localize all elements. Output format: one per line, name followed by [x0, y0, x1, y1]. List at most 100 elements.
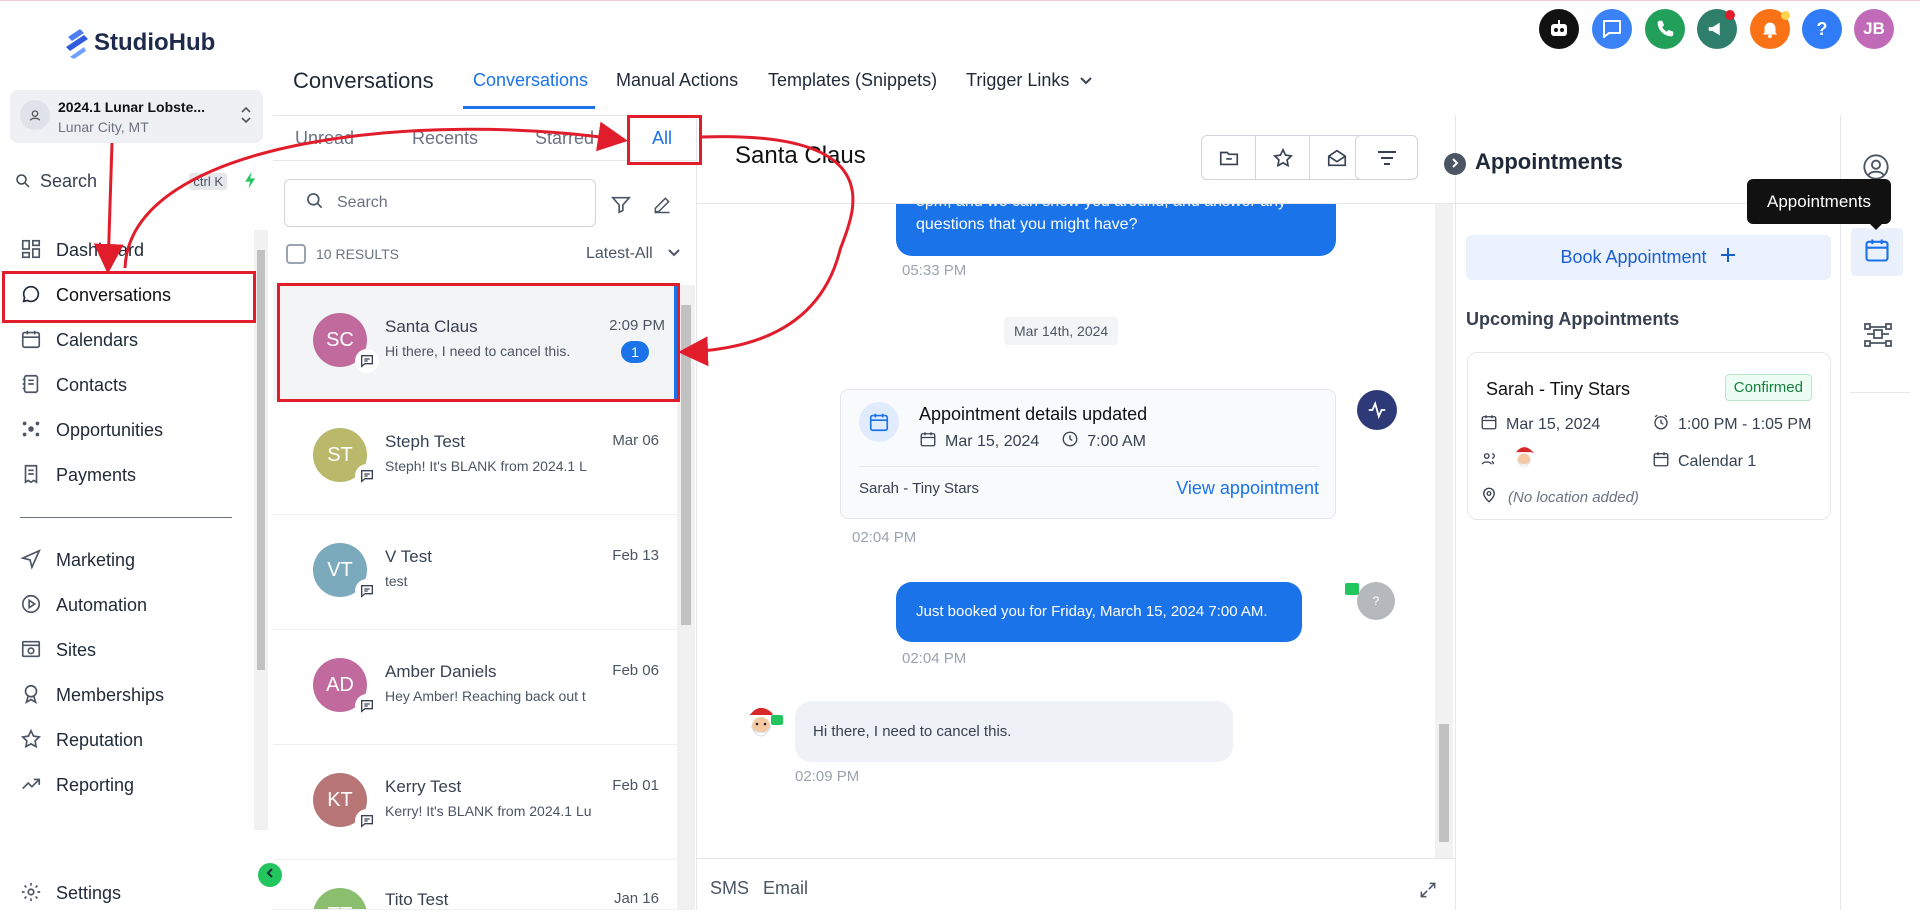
- sidebar-item-marketing[interactable]: Marketing: [0, 538, 256, 582]
- appointments-rail-button[interactable]: [1851, 228, 1903, 276]
- contact-name: Kerry Test: [385, 777, 462, 796]
- message-preview: Hi there, I need to cancel this.: [385, 343, 571, 359]
- compose-icon[interactable]: [652, 195, 672, 220]
- appointment-who: Sarah - Tiny Stars: [859, 480, 980, 497]
- archive-icon[interactable]: [1202, 136, 1256, 179]
- contact-name: Santa Claus: [385, 317, 478, 336]
- sms-icon: [355, 694, 379, 718]
- chat-button[interactable]: [1592, 9, 1632, 49]
- appointments-tooltip: Appointments: [1747, 179, 1891, 224]
- notification-dot: [1725, 10, 1735, 20]
- sidebar-search[interactable]: Search ctrl K: [10, 164, 263, 198]
- conversation-item[interactable]: VT V Test test Feb 13: [273, 515, 677, 630]
- filter-tab-recents[interactable]: Recents: [412, 128, 478, 149]
- list-scrollbar[interactable]: [677, 285, 695, 910]
- scrollbar-thumb[interactable]: [257, 250, 265, 670]
- book-appointment-button[interactable]: Book Appointment: [1466, 235, 1831, 280]
- bell-icon: [1759, 18, 1781, 40]
- sidebar-item-label: Sites: [56, 639, 97, 660]
- filter-tab-starred[interactable]: Starred: [535, 128, 594, 149]
- conversation-item[interactable]: ST Steph Test Steph! It's BLANK from 202…: [273, 400, 677, 515]
- conversation-item[interactable]: AD Amber Daniels Hey Amber! Reaching bac…: [273, 630, 677, 745]
- account-switcher[interactable]: 2024.1 Lunar Lobste... Lunar City, MT: [10, 90, 263, 143]
- scrollbar-thumb[interactable]: [681, 305, 691, 625]
- tab-templates[interactable]: Templates (Snippets): [768, 70, 937, 91]
- filter-icon[interactable]: [610, 194, 632, 221]
- contact-avatar: TT: [313, 888, 367, 909]
- sidebar-item-opportunities[interactable]: Opportunities: [0, 408, 256, 452]
- sidebar-item-reputation[interactable]: Reputation: [0, 718, 256, 762]
- sidebar-item-dashboard[interactable]: Dashboard: [0, 228, 256, 272]
- sidebar-item-sites[interactable]: Sites: [0, 628, 256, 672]
- phone-icon: [1654, 18, 1676, 40]
- sidebar-item-label: Settings: [56, 882, 122, 903]
- select-all-checkbox[interactable]: [286, 244, 306, 264]
- phone-button[interactable]: [1645, 9, 1685, 49]
- tab-conversations[interactable]: Conversations: [473, 70, 588, 91]
- user-avatar[interactable]: JB: [1854, 9, 1894, 49]
- thread-scrollbar[interactable]: [1435, 204, 1453, 858]
- award-icon: [20, 683, 44, 707]
- message-preview: test: [385, 573, 408, 589]
- scrollbar-thumb[interactable]: [1439, 724, 1449, 842]
- sidebar-item-label: Opportunities: [56, 419, 164, 440]
- contact-name: Tito Test: [385, 890, 449, 909]
- appointment-card[interactable]: Sarah - Tiny Stars Confirmed Mar 15, 202…: [1467, 352, 1831, 520]
- sidebar-item-contacts[interactable]: Contacts: [0, 363, 256, 407]
- tab-trigger-links[interactable]: Trigger Links: [966, 70, 1093, 91]
- active-tab-indicator: [463, 106, 595, 109]
- message-preview: Kerry! It's BLANK from 2024.1 Lu: [385, 803, 592, 819]
- view-appointment-link[interactable]: View appointment: [1176, 478, 1319, 499]
- automation-icon: [20, 593, 44, 617]
- conversation-search-input[interactable]: Search: [284, 179, 596, 227]
- star-icon[interactable]: [1256, 136, 1310, 179]
- appointment-date-row: Mar 15, 2024: [1480, 413, 1600, 436]
- sidebar-item-reporting[interactable]: Reporting: [0, 763, 256, 807]
- sidebar-item-automation[interactable]: Automation: [0, 583, 256, 627]
- composer-divider: [697, 858, 1455, 859]
- filter-tab-all[interactable]: All: [652, 128, 672, 149]
- tab-manual-actions[interactable]: Manual Actions: [616, 70, 738, 91]
- sidebar-item-memberships[interactable]: Memberships: [0, 673, 256, 717]
- conversation-item[interactable]: SC Santa Claus Hi there, I need to cance…: [273, 285, 677, 400]
- help-button[interactable]: ?: [1802, 9, 1842, 49]
- compose-tab-sms[interactable]: SMS: [710, 878, 749, 899]
- notifications-button[interactable]: [1750, 9, 1790, 49]
- filter-lines-icon[interactable]: [1355, 135, 1418, 180]
- message-time: 2:09 PM: [609, 317, 665, 334]
- sort-label: Latest-All: [586, 245, 653, 262]
- message-time: 02:09 PM: [795, 768, 860, 785]
- chevron-down-icon: [1079, 70, 1093, 91]
- lightning-icon[interactable]: [241, 169, 261, 196]
- sidebar-item-settings[interactable]: Settings: [0, 871, 256, 915]
- collapse-panel-button[interactable]: [1444, 153, 1466, 175]
- sidebar-item-label: Memberships: [56, 684, 165, 705]
- message-preview: Hey Amber! Reaching back out t: [385, 688, 586, 704]
- sidebar-item-conversations[interactable]: Conversations: [0, 273, 256, 317]
- expand-icon[interactable]: [1418, 880, 1438, 905]
- appointment-calendar: Calendar 1: [1678, 452, 1757, 470]
- workflow-icon[interactable]: [1863, 322, 1893, 353]
- sort-dropdown[interactable]: Latest-All: [586, 245, 681, 263]
- map-pin-icon: [1480, 486, 1498, 508]
- appointment-calendar-row: Calendar 1: [1652, 450, 1756, 473]
- sidebar-scrollbar[interactable]: [254, 230, 268, 830]
- appointment-date: Mar 15, 2024: [945, 432, 1040, 450]
- search-icon: [14, 172, 32, 190]
- sidebar: 2024.1 Lunar Lobste... Lunar City, MT Se…: [0, 60, 282, 910]
- sidebar-item-calendars[interactable]: Calendars: [0, 318, 256, 362]
- appointments-panel-title: Appointments: [1475, 149, 1623, 174]
- compose-tab-email[interactable]: Email: [763, 878, 808, 899]
- conversation-item[interactable]: TT Tito Test Jan 16: [273, 860, 677, 910]
- tooltip-arrow: [1868, 222, 1884, 230]
- conversation-item[interactable]: KT Kerry Test Kerry! It's BLANK from 202…: [273, 745, 677, 860]
- message-time: 02:04 PM: [852, 529, 917, 546]
- book-appointment-label: Book Appointment: [1560, 247, 1707, 267]
- robot-button[interactable]: [1539, 9, 1579, 49]
- filter-tab-unread[interactable]: Unread: [295, 128, 354, 149]
- sidebar-item-payments[interactable]: Payments: [0, 453, 256, 497]
- brand-logo[interactable]: StudioHub: [64, 27, 215, 59]
- sidebar-item-label: Calendars: [56, 329, 139, 350]
- appointment-update-card: Appointment details updated Mar 15, 2024…: [840, 389, 1336, 519]
- megaphone-button[interactable]: [1697, 9, 1737, 49]
